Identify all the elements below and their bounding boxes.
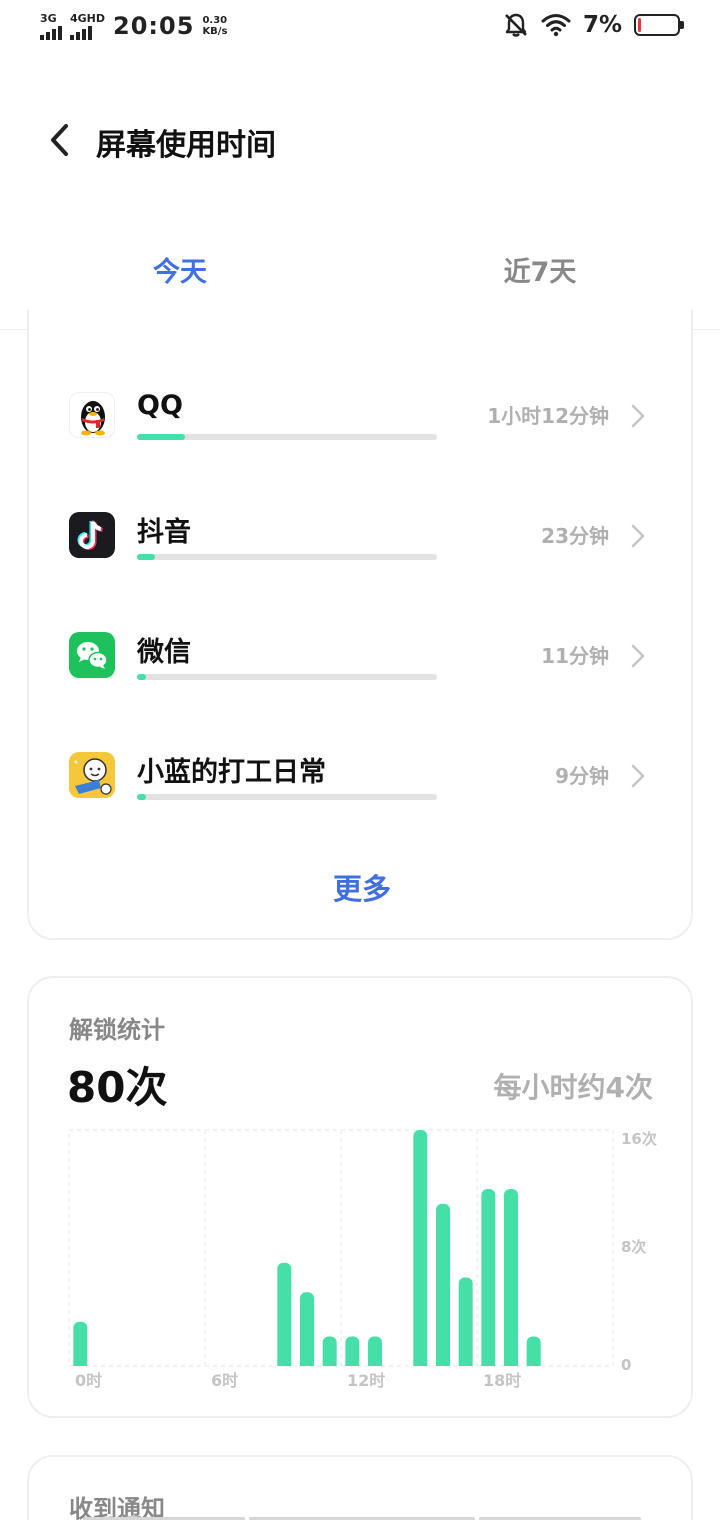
status-left: 3G 4GHD 20:05 0.30 KB/s [40,12,227,40]
chevron-right-icon [631,404,645,428]
usage-bar [137,674,437,680]
usage-bar-fill [137,434,185,440]
game-character-icon [69,752,115,798]
wifi-icon [541,14,571,37]
page-title: 屏幕使用时间 [96,128,276,163]
net-speed-value: 0.30 [202,15,228,26]
app-name: 抖音 [137,517,191,548]
chart-bar-base [413,1360,428,1366]
x-tick-label: 12时 [347,1371,385,1390]
signal-bars-icon [70,25,92,40]
chevron-left-icon [51,124,68,156]
more-button[interactable]: 更多 [29,866,695,908]
chart-bar-base [368,1360,382,1366]
header: 屏幕使用时间 [0,110,720,170]
signal-4g: 4GHD [70,13,105,40]
chart-bar [300,1292,314,1366]
chart-bar [504,1189,518,1366]
y-tick-label: 16次 [621,1130,657,1148]
usage-bar [137,554,437,560]
chart-bar [277,1262,292,1366]
app-usage-card: QQ 1小时12分钟 抖音 23分钟 微信 11分钟 小蓝的打工日常 9分钟 更… [27,310,693,940]
net-speed-unit: KB/s [202,26,228,37]
unlock-bar-chart: 0时 6时 12时 18时 16次 8次 0 [68,1129,657,1390]
chart-bar-base [322,1360,337,1366]
notifications-title: 收到通知 [69,1495,165,1520]
chart-bar [413,1130,428,1366]
x-tick-label: 6时 [211,1371,238,1390]
usage-bar [137,434,437,440]
chart-bar [73,1321,88,1366]
app-row-qq[interactable]: QQ 1小时12分钟 [29,390,695,480]
mute-icon [505,13,527,37]
back-button[interactable] [40,120,80,160]
tab-last-7-days[interactable]: 近7天 [440,250,640,289]
app-time: 23分钟 [541,524,609,548]
battery-level [638,18,641,32]
x-tick-label: 0时 [75,1371,102,1390]
signal-bars-icon [40,25,62,40]
chart-bar-base [300,1360,314,1366]
chart-bar-base [277,1360,292,1366]
app-row-game[interactable]: 小蓝的打工日常 9分钟 [29,750,695,840]
net-speed: 0.30 KB/s [202,15,227,37]
x-tick-label: 18时 [483,1371,521,1390]
chart-bar [436,1203,450,1366]
status-bar: 3G 4GHD 20:05 0.30 KB/s 7% [0,0,720,56]
usage-bar-fill [137,554,155,560]
chart-bar-base [73,1360,88,1366]
battery-percent: 7% [582,12,622,38]
signal-3g-label: 3G [40,11,57,25]
app-name: 小蓝的打工日常 [137,757,326,788]
app-time: 11分钟 [541,644,609,668]
unlock-stats-card: 解锁统计 80次 每小时约4次 0时 6时 12时 18时 16次 8次 0 [27,976,693,1418]
usage-bar-fill [137,674,146,680]
douyin-icon [69,512,115,558]
chevron-right-icon [631,764,645,788]
chart-bar-base [436,1360,450,1366]
chevron-right-icon [631,644,645,668]
chevron-right-icon [631,524,645,548]
tab-today[interactable]: 今天 [80,250,280,289]
usage-bar [137,794,437,800]
app-row-wechat[interactable]: 微信 11分钟 [29,630,695,720]
chart-bar-base [481,1360,496,1366]
chart-bar-base [504,1360,518,1366]
wechat-icon [69,632,115,678]
chart-bar-base [458,1360,473,1366]
app-time: 9分钟 [555,764,609,788]
status-right: 7% [503,12,684,38]
chart-bar [481,1189,496,1366]
battery-icon [634,14,684,36]
notifications-card: 收到通知 [27,1455,693,1520]
app-name: 微信 [137,637,191,668]
app-row-douyin[interactable]: 抖音 23分钟 [29,510,695,600]
clock: 20:05 [113,12,195,40]
signal-4g-label: 4GHD [70,11,106,25]
usage-bar-fill [137,794,146,800]
chart-bar-base [526,1360,541,1366]
y-tick-label: 0 [621,1356,631,1374]
chart-bar-base [345,1360,360,1366]
app-name: QQ [137,390,183,421]
app-time: 1小时12分钟 [487,404,609,428]
qq-penguin-icon [69,392,115,438]
chart-bar [458,1277,473,1366]
y-tick-label: 8次 [621,1238,646,1256]
signal-3g: 3G [40,13,62,40]
